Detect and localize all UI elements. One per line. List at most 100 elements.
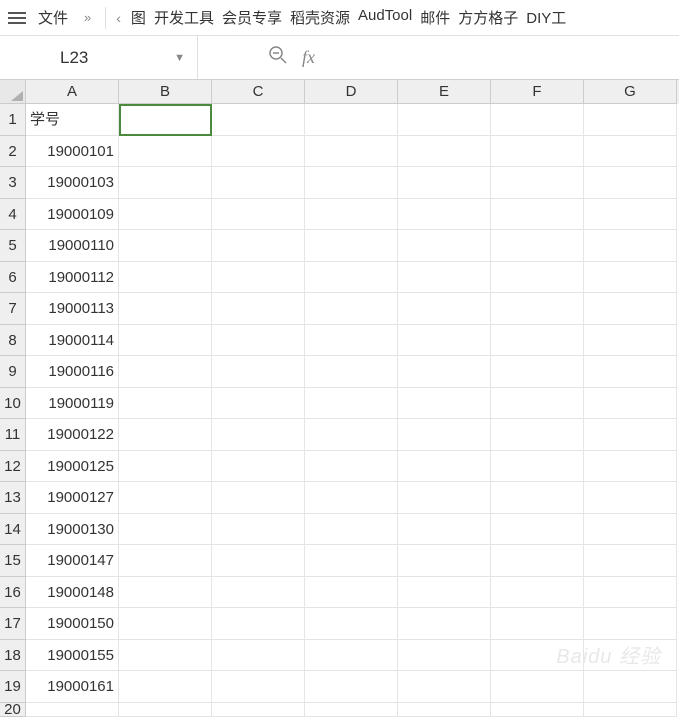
cell-A9[interactable]: 19000116 (26, 356, 119, 388)
cell-E2[interactable] (398, 136, 491, 168)
cell-B4[interactable] (119, 199, 212, 231)
cell-E6[interactable] (398, 262, 491, 294)
col-header-C[interactable]: C (212, 80, 305, 104)
cell-F7[interactable] (491, 293, 584, 325)
ribbon-tab-5[interactable]: 邮件 (416, 7, 454, 28)
cell-E1[interactable] (398, 104, 491, 136)
cell-E13[interactable] (398, 482, 491, 514)
cell-A15[interactable]: 19000147 (26, 545, 119, 577)
cell-C4[interactable] (212, 199, 305, 231)
cell-D7[interactable] (305, 293, 398, 325)
cell-A16[interactable]: 19000148 (26, 577, 119, 609)
row-header-10[interactable]: 10 (0, 388, 26, 420)
cell-F13[interactable] (491, 482, 584, 514)
cell-A18[interactable]: 19000155 (26, 640, 119, 672)
ribbon-tab-0[interactable]: 图 (127, 7, 150, 28)
cell-C1[interactable] (212, 104, 305, 136)
cell-D14[interactable] (305, 514, 398, 546)
cell-E3[interactable] (398, 167, 491, 199)
cell-C20[interactable] (212, 703, 305, 717)
cell-D16[interactable] (305, 577, 398, 609)
cell-F3[interactable] (491, 167, 584, 199)
ribbon-tab-7[interactable]: DIY工 (522, 7, 570, 28)
row-header-19[interactable]: 19 (0, 671, 26, 703)
cell-B6[interactable] (119, 262, 212, 294)
row-header-12[interactable]: 12 (0, 451, 26, 483)
cell-B1[interactable] (119, 104, 212, 136)
cell-D19[interactable] (305, 671, 398, 703)
cell-B10[interactable] (119, 388, 212, 420)
cell-A19[interactable]: 19000161 (26, 671, 119, 703)
cell-A7[interactable]: 19000113 (26, 293, 119, 325)
cell-E12[interactable] (398, 451, 491, 483)
cell-A2[interactable]: 19000101 (26, 136, 119, 168)
cell-G7[interactable] (584, 293, 677, 325)
cell-C2[interactable] (212, 136, 305, 168)
cell-E19[interactable] (398, 671, 491, 703)
cell-B12[interactable] (119, 451, 212, 483)
cell-B17[interactable] (119, 608, 212, 640)
cell-F5[interactable] (491, 230, 584, 262)
cell-F6[interactable] (491, 262, 584, 294)
cell-A17[interactable]: 19000150 (26, 608, 119, 640)
cell-B14[interactable] (119, 514, 212, 546)
cell-G18[interactable] (584, 640, 677, 672)
cell-C19[interactable] (212, 671, 305, 703)
col-header-D[interactable]: D (305, 80, 398, 104)
cell-D18[interactable] (305, 640, 398, 672)
cell-C8[interactable] (212, 325, 305, 357)
cell-G6[interactable] (584, 262, 677, 294)
cell-C7[interactable] (212, 293, 305, 325)
cell-G8[interactable] (584, 325, 677, 357)
zoom-out-icon[interactable] (268, 45, 288, 70)
cell-C5[interactable] (212, 230, 305, 262)
row-header-11[interactable]: 11 (0, 419, 26, 451)
ribbon-tab-1[interactable]: 开发工具 (150, 7, 218, 28)
cell-G12[interactable] (584, 451, 677, 483)
cell-D4[interactable] (305, 199, 398, 231)
cell-D8[interactable] (305, 325, 398, 357)
cell-B5[interactable] (119, 230, 212, 262)
cell-B18[interactable] (119, 640, 212, 672)
row-header-4[interactable]: 4 (0, 199, 26, 231)
row-header-18[interactable]: 18 (0, 640, 26, 672)
cell-B20[interactable] (119, 703, 212, 717)
select-all-corner[interactable] (0, 80, 26, 104)
col-header-G[interactable]: G (584, 80, 677, 104)
cell-F11[interactable] (491, 419, 584, 451)
cell-D13[interactable] (305, 482, 398, 514)
cell-B16[interactable] (119, 577, 212, 609)
cell-E11[interactable] (398, 419, 491, 451)
cell-F15[interactable] (491, 545, 584, 577)
cell-G9[interactable] (584, 356, 677, 388)
row-header-6[interactable]: 6 (0, 262, 26, 294)
cell-B7[interactable] (119, 293, 212, 325)
cell-F20[interactable] (491, 703, 584, 717)
cell-G2[interactable] (584, 136, 677, 168)
hamburger-icon[interactable] (6, 12, 28, 24)
cell-G5[interactable] (584, 230, 677, 262)
cell-B9[interactable] (119, 356, 212, 388)
row-header-15[interactable]: 15 (0, 545, 26, 577)
cell-A5[interactable]: 19000110 (26, 230, 119, 262)
cell-A10[interactable]: 19000119 (26, 388, 119, 420)
cell-G1[interactable] (584, 104, 677, 136)
cell-A12[interactable]: 19000125 (26, 451, 119, 483)
cell-E5[interactable] (398, 230, 491, 262)
cell-F9[interactable] (491, 356, 584, 388)
cell-D11[interactable] (305, 419, 398, 451)
cell-F10[interactable] (491, 388, 584, 420)
cell-B19[interactable] (119, 671, 212, 703)
cell-G13[interactable] (584, 482, 677, 514)
cell-F12[interactable] (491, 451, 584, 483)
cell-A13[interactable]: 19000127 (26, 482, 119, 514)
col-header-F[interactable]: F (491, 80, 584, 104)
cell-C17[interactable] (212, 608, 305, 640)
row-header-13[interactable]: 13 (0, 482, 26, 514)
cell-D1[interactable] (305, 104, 398, 136)
cell-D20[interactable] (305, 703, 398, 717)
cell-B8[interactable] (119, 325, 212, 357)
cell-A14[interactable]: 19000130 (26, 514, 119, 546)
cell-G19[interactable] (584, 671, 677, 703)
cell-A20[interactable] (26, 703, 119, 717)
